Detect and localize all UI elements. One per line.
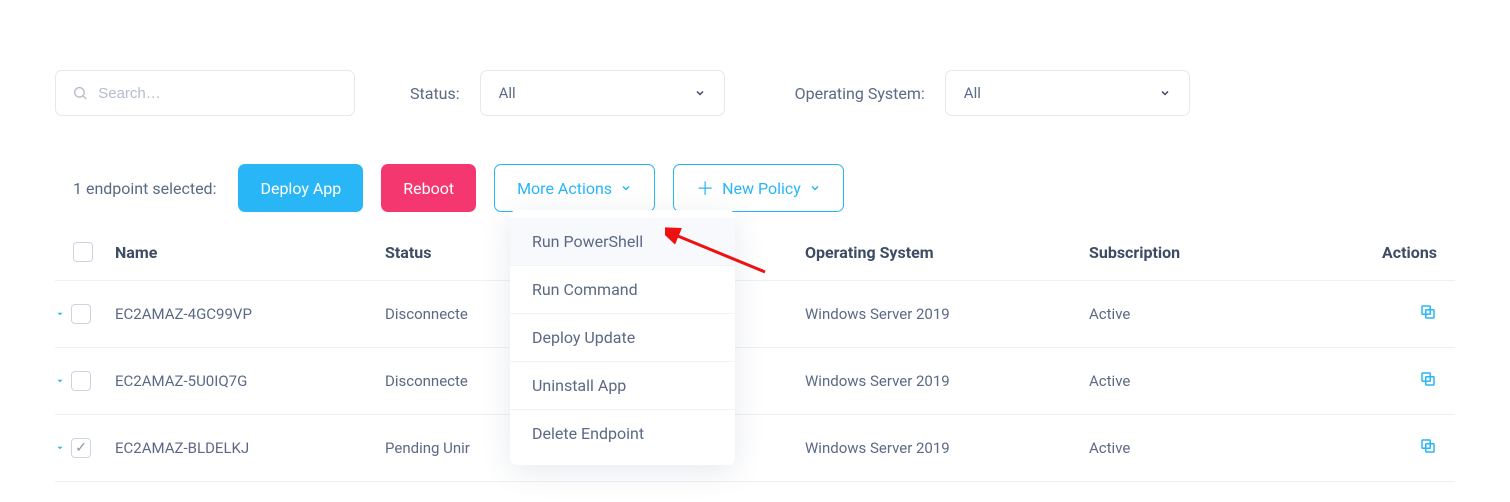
search-input[interactable] [98, 85, 338, 102]
reboot-button[interactable]: Reboot [381, 164, 476, 212]
chevron-down-icon [694, 87, 706, 99]
status-filter-select[interactable]: All [480, 70, 725, 116]
new-policy-button[interactable]: ＋ New Policy [673, 164, 844, 212]
plus-icon: ＋ [696, 175, 714, 201]
search-icon [72, 84, 88, 102]
more-actions-menu: Run PowerShell Run Command Deploy Update… [510, 210, 735, 465]
status-filter-value: All [499, 84, 516, 102]
column-header-actions: Actions [1289, 243, 1437, 262]
copy-icon[interactable] [1419, 370, 1437, 392]
cell-os: Windows Server 2019 [805, 439, 1089, 457]
row-checkbox[interactable] [71, 371, 91, 391]
column-header-os[interactable]: Operating System [805, 243, 1089, 262]
more-actions-button[interactable]: More Actions [494, 164, 655, 212]
os-filter-value: All [964, 84, 981, 102]
action-row: 1 endpoint selected: Deploy App Reboot M… [55, 164, 1455, 212]
new-policy-label: New Policy [722, 179, 801, 198]
expand-row-icon[interactable] [55, 376, 65, 386]
table-row: EC2AMAZ-5U0IQ7G Disconnecte Windows Serv… [55, 348, 1455, 415]
table-row: EC2AMAZ-4GC99VP Disconnecte Windows Serv… [55, 281, 1455, 348]
cell-os: Windows Server 2019 [805, 305, 1089, 323]
cell-subscription: Active [1089, 439, 1289, 457]
chevron-down-icon [809, 182, 821, 194]
cell-name: EC2AMAZ-BLDELKJ [115, 439, 385, 457]
cell-subscription: Active [1089, 372, 1289, 390]
chevron-down-icon [620, 182, 632, 194]
deploy-app-button[interactable]: Deploy App [238, 164, 363, 212]
more-actions-label: More Actions [517, 179, 612, 198]
menu-item-run-command[interactable]: Run Command [510, 266, 735, 314]
cell-os: Windows Server 2019 [805, 372, 1089, 390]
search-box[interactable] [55, 70, 355, 116]
expand-row-icon[interactable] [55, 443, 65, 453]
copy-icon[interactable] [1419, 303, 1437, 325]
menu-item-uninstall-app[interactable]: Uninstall App [510, 362, 735, 410]
selection-count: 1 endpoint selected: [73, 179, 216, 198]
filter-row: Status: All Operating System: All [55, 70, 1455, 116]
copy-icon[interactable] [1419, 437, 1437, 459]
endpoints-table: Name Status Updates Operating System Sub… [55, 242, 1455, 482]
cell-name: EC2AMAZ-4GC99VP [115, 305, 385, 323]
menu-item-run-powershell[interactable]: Run PowerShell [510, 218, 735, 266]
table-header: Name Status Updates Operating System Sub… [55, 242, 1455, 281]
table-row: EC2AMAZ-BLDELKJ Pending Unir Windows Ser… [55, 415, 1455, 482]
column-header-name[interactable]: Name [115, 243, 385, 262]
cell-subscription: Active [1089, 305, 1289, 323]
expand-row-icon[interactable] [55, 309, 65, 319]
os-filter-select[interactable]: All [945, 70, 1190, 116]
os-filter-label: Operating System: [795, 84, 925, 103]
column-header-subscription[interactable]: Subscription [1089, 243, 1289, 262]
select-all-checkbox[interactable] [73, 242, 93, 262]
menu-item-delete-endpoint[interactable]: Delete Endpoint [510, 410, 735, 457]
row-checkbox[interactable] [71, 304, 91, 324]
status-filter-label: Status: [410, 84, 460, 103]
cell-name: EC2AMAZ-5U0IQ7G [115, 372, 385, 390]
row-checkbox[interactable] [71, 438, 91, 458]
chevron-down-icon [1159, 87, 1171, 99]
menu-item-deploy-update[interactable]: Deploy Update [510, 314, 735, 362]
